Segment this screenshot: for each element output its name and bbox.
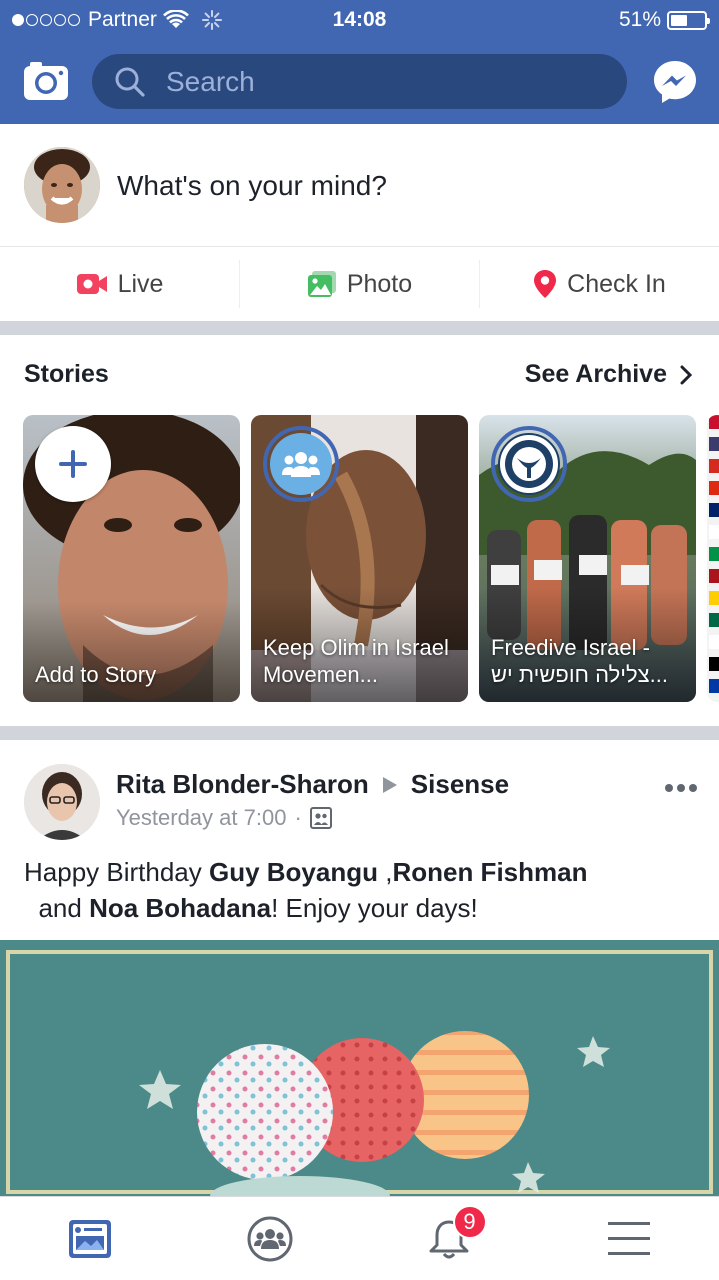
post-text-suffix: ! Enjoy your days! xyxy=(271,893,478,923)
section-divider xyxy=(0,726,719,740)
menu-icon xyxy=(608,1221,651,1255)
freedive-logo xyxy=(498,433,560,495)
camera-icon[interactable] xyxy=(22,58,70,106)
story-card-keep-olim[interactable]: Keep Olim in Israel Movemen... xyxy=(251,415,468,702)
post-options-button[interactable] xyxy=(665,784,697,792)
tab-groups[interactable] xyxy=(180,1197,360,1280)
story-label: Freedive Israel - צלילה חופשית יש... xyxy=(491,635,669,687)
group-avatar xyxy=(270,433,332,495)
post-text: Happy Birthday Guy Boyangu ,Ronen Fishma… xyxy=(24,854,704,926)
tab-menu[interactable] xyxy=(539,1197,719,1280)
battery-icon xyxy=(667,10,710,30)
section-divider xyxy=(0,321,719,335)
plus-icon xyxy=(59,450,87,478)
news-feed-icon xyxy=(68,1219,111,1258)
post-author-name[interactable]: Rita Blonder-Sharon xyxy=(116,769,369,800)
tab-notifications[interactable]: 9 xyxy=(360,1197,540,1280)
chevron-right-icon xyxy=(680,365,693,384)
post-author-avatar[interactable] xyxy=(24,764,100,840)
story-card-partial[interactable] xyxy=(707,415,719,702)
post-image[interactable] xyxy=(0,940,719,1196)
top-navbar xyxy=(0,40,719,124)
meta-separator: · xyxy=(294,805,302,830)
story-label: Add to Story xyxy=(35,662,157,687)
story-label: Keep Olim in Israel Movemen... xyxy=(263,635,449,687)
group-icon xyxy=(282,452,320,477)
story-avatar-ring xyxy=(491,426,567,502)
post-timestamp[interactable]: Yesterday at 7:00 xyxy=(116,805,286,831)
live-button[interactable]: Live xyxy=(0,260,239,308)
status-bar: Partner 14:08 51% xyxy=(0,0,719,40)
battery-fill xyxy=(671,14,688,26)
status-composer[interactable]: What's on your mind? xyxy=(0,124,719,247)
check-in-button[interactable]: Check In xyxy=(479,260,719,308)
more-dot-icon xyxy=(677,784,685,792)
see-archive-link[interactable]: See Archive xyxy=(525,360,693,389)
photo-label: Photo xyxy=(346,269,413,298)
story-image xyxy=(707,415,719,702)
post-target-name[interactable]: Sisense xyxy=(411,769,509,800)
groups-icon xyxy=(247,1216,293,1261)
tagged-name-ronen[interactable]: Ronen Fishman xyxy=(392,857,587,887)
tagged-name-guy[interactable]: Guy Boyangu xyxy=(209,857,378,887)
notification-badge: 9 xyxy=(452,1205,487,1239)
add-story-button[interactable] xyxy=(35,426,111,502)
composer-actions: Live Photo Check In xyxy=(0,248,719,321)
live-label: Live xyxy=(117,269,164,298)
post-meta: Yesterday at 7:00 · xyxy=(116,805,332,831)
post-header: Rita Blonder-Sharon Sisense xyxy=(116,769,509,800)
tab-news-feed[interactable] xyxy=(0,1197,180,1280)
search-icon xyxy=(115,67,145,97)
story-avatar-ring xyxy=(263,426,339,502)
user-avatar[interactable] xyxy=(24,147,100,223)
clock: 14:08 xyxy=(332,8,387,31)
composer-prompt[interactable]: What's on your mind? xyxy=(117,170,387,202)
photo-button[interactable]: Photo xyxy=(239,260,479,308)
check-in-label: Check In xyxy=(567,269,666,298)
see-archive-label: See Archive xyxy=(524,360,667,388)
bottom-tab-bar: 9 xyxy=(0,1196,719,1280)
triangle-right-icon xyxy=(382,776,397,793)
location-pin-icon xyxy=(534,270,557,298)
story-card-add[interactable]: Add to Story xyxy=(23,415,240,702)
more-dot-icon xyxy=(689,784,697,792)
post-text-prefix: Happy Birthday xyxy=(24,857,209,887)
battery-percent: 51% xyxy=(618,8,661,31)
status-right: 51% xyxy=(618,8,710,32)
photo-icon xyxy=(307,271,336,297)
live-video-icon xyxy=(76,274,107,294)
group-privacy-icon xyxy=(309,807,332,829)
tagged-name-noa[interactable]: Noa Bohadana xyxy=(89,893,271,923)
search-input[interactable] xyxy=(166,65,586,98)
story-card-freedive[interactable]: Freedive Israel - צלילה חופשית יש... xyxy=(479,415,696,702)
post-text-comma: , xyxy=(378,857,393,887)
post-text-and: and xyxy=(31,893,90,923)
whale-tail-logo-icon xyxy=(505,440,553,488)
stories-title: Stories xyxy=(24,360,109,388)
search-bar[interactable] xyxy=(92,54,627,109)
more-dot-icon xyxy=(665,784,673,792)
messenger-icon[interactable] xyxy=(651,58,699,106)
